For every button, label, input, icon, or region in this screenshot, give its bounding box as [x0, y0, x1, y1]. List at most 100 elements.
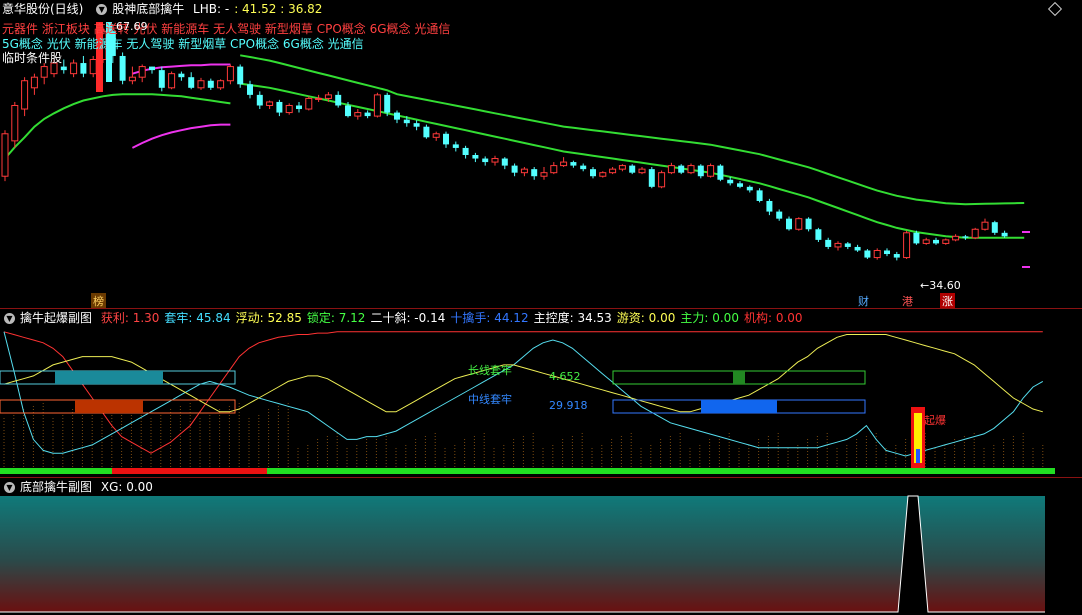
sub2-title[interactable]: 底部擒牛副图 [20, 480, 92, 494]
candle-body [158, 70, 165, 88]
candle-body [971, 228, 979, 239]
candle-body [756, 190, 763, 201]
sub1-title[interactable]: 擒牛起爆副图 [20, 311, 92, 325]
candle-body [1001, 232, 1008, 237]
candle-body [658, 172, 666, 188]
candle-body [335, 94, 342, 106]
candle-body [815, 229, 822, 240]
stat-value: -0.14 [414, 311, 446, 325]
candle-body [922, 239, 930, 244]
xg-value: XG: 0.00 [100, 480, 153, 494]
candle-body [207, 80, 214, 88]
candle-body [452, 144, 459, 148]
candle-body [786, 218, 792, 230]
long-trap-fill [55, 371, 163, 384]
candle-body [648, 169, 655, 187]
candle-body [942, 239, 950, 244]
stat-label: 锁定: [306, 311, 339, 325]
stat-label: 二十斜: [370, 311, 415, 325]
burst-signal-core [916, 449, 920, 463]
lhb-values: : 41.52 : 36.82 [234, 2, 323, 16]
candle-body [540, 172, 548, 177]
candle-body [531, 169, 538, 177]
sub1-chart[interactable] [0, 309, 1082, 477]
collapse-icon[interactable]: ▼ [96, 4, 108, 15]
candle-body [276, 101, 283, 113]
candle-body [296, 105, 302, 110]
candle-body [178, 73, 185, 78]
candle-body [550, 165, 558, 174]
candle-body [884, 250, 890, 255]
candle-body [854, 246, 861, 251]
stat-label: 套牢: [164, 311, 197, 325]
candle-body [560, 161, 568, 167]
candle-body [727, 179, 734, 184]
finance-tag[interactable]: 财 [856, 293, 871, 308]
bottom-strip [267, 468, 1055, 474]
candle-body [776, 211, 783, 219]
stat-value: 44.12 [494, 311, 529, 325]
candle-body [226, 66, 234, 82]
candle-body [687, 165, 695, 174]
candle-body [394, 112, 400, 120]
indicator-name[interactable]: 股神底部擒牛 [112, 2, 184, 16]
candle-body [472, 155, 479, 159]
bottom-strip [112, 468, 267, 474]
candle-body [354, 112, 362, 117]
candle-body [315, 97, 323, 100]
stat-value: 34.53 [577, 311, 612, 325]
burst-label: 起爆 [924, 414, 946, 427]
candle-body [138, 66, 146, 78]
candle-body [237, 66, 244, 85]
temp-condition-label: 临时条件股 [2, 51, 63, 65]
candle-body [599, 172, 607, 177]
long-trap-fill-right [733, 371, 745, 384]
stat-label: 机构: [743, 311, 776, 325]
collapse-icon[interactable]: ▼ [4, 482, 15, 493]
candle-body [746, 186, 753, 191]
candle-body [873, 249, 881, 259]
sub2-header: ▼ 底部擒牛副图 XG: 0.00 [0, 478, 158, 496]
candle-body [629, 165, 636, 173]
candle-body [707, 165, 715, 177]
main-chart-panel[interactable]: 意华股份(日线) ▼ 股神底部擒牛 LHB: -: 41.52 : 36.82 元… [0, 0, 1082, 308]
candle-body [678, 165, 685, 173]
candle-body [717, 165, 724, 180]
candle-body [256, 94, 263, 106]
stat-value: 0.00 [712, 311, 739, 325]
candle-body [384, 94, 391, 113]
stat-label: 游资: [616, 311, 649, 325]
hk-tag[interactable]: 港 [900, 293, 915, 308]
candle-body [285, 104, 293, 114]
stock-name[interactable]: 意华股份(日线) [2, 2, 83, 16]
candle-body [737, 183, 743, 187]
sub1-panel[interactable]: ▼ 擒牛起爆副图 获利: 1.30 套牢: 45.84 浮动: 52.85 锁定: 7.… [0, 309, 1082, 477]
candle-body [373, 94, 381, 117]
candle-body [482, 158, 489, 163]
candle-body [795, 218, 803, 230]
candle-body [580, 165, 587, 170]
stat-label: 主力: [680, 311, 713, 325]
sub2-chart[interactable] [0, 478, 1082, 615]
candle-body [570, 162, 577, 166]
candle-body [443, 133, 449, 145]
stat-label: 获利: [100, 311, 133, 325]
ma-line [240, 82, 1025, 239]
candle-body [462, 147, 469, 155]
candle-body [1, 133, 9, 177]
high-price-label: 67.69 [116, 20, 148, 33]
mid-trap-label: 中线套牢 [468, 393, 512, 406]
candle-body [80, 63, 87, 74]
candle-body [805, 218, 812, 230]
candle-body [40, 66, 48, 78]
ma-upper-line [240, 54, 1025, 206]
candle-body [609, 168, 617, 174]
candle-body [933, 239, 939, 244]
collapse-icon[interactable]: ▼ [4, 313, 15, 324]
limit-up-tag[interactable]: 涨 [940, 293, 955, 308]
stat-label: 浮动: [235, 311, 268, 325]
candle-body [60, 66, 67, 71]
lhb-tag[interactable]: 榜 [91, 293, 106, 308]
sub2-panel[interactable]: ▼ 底部擒牛副图 XG: 0.00 [0, 478, 1082, 615]
candle-body [89, 59, 97, 75]
